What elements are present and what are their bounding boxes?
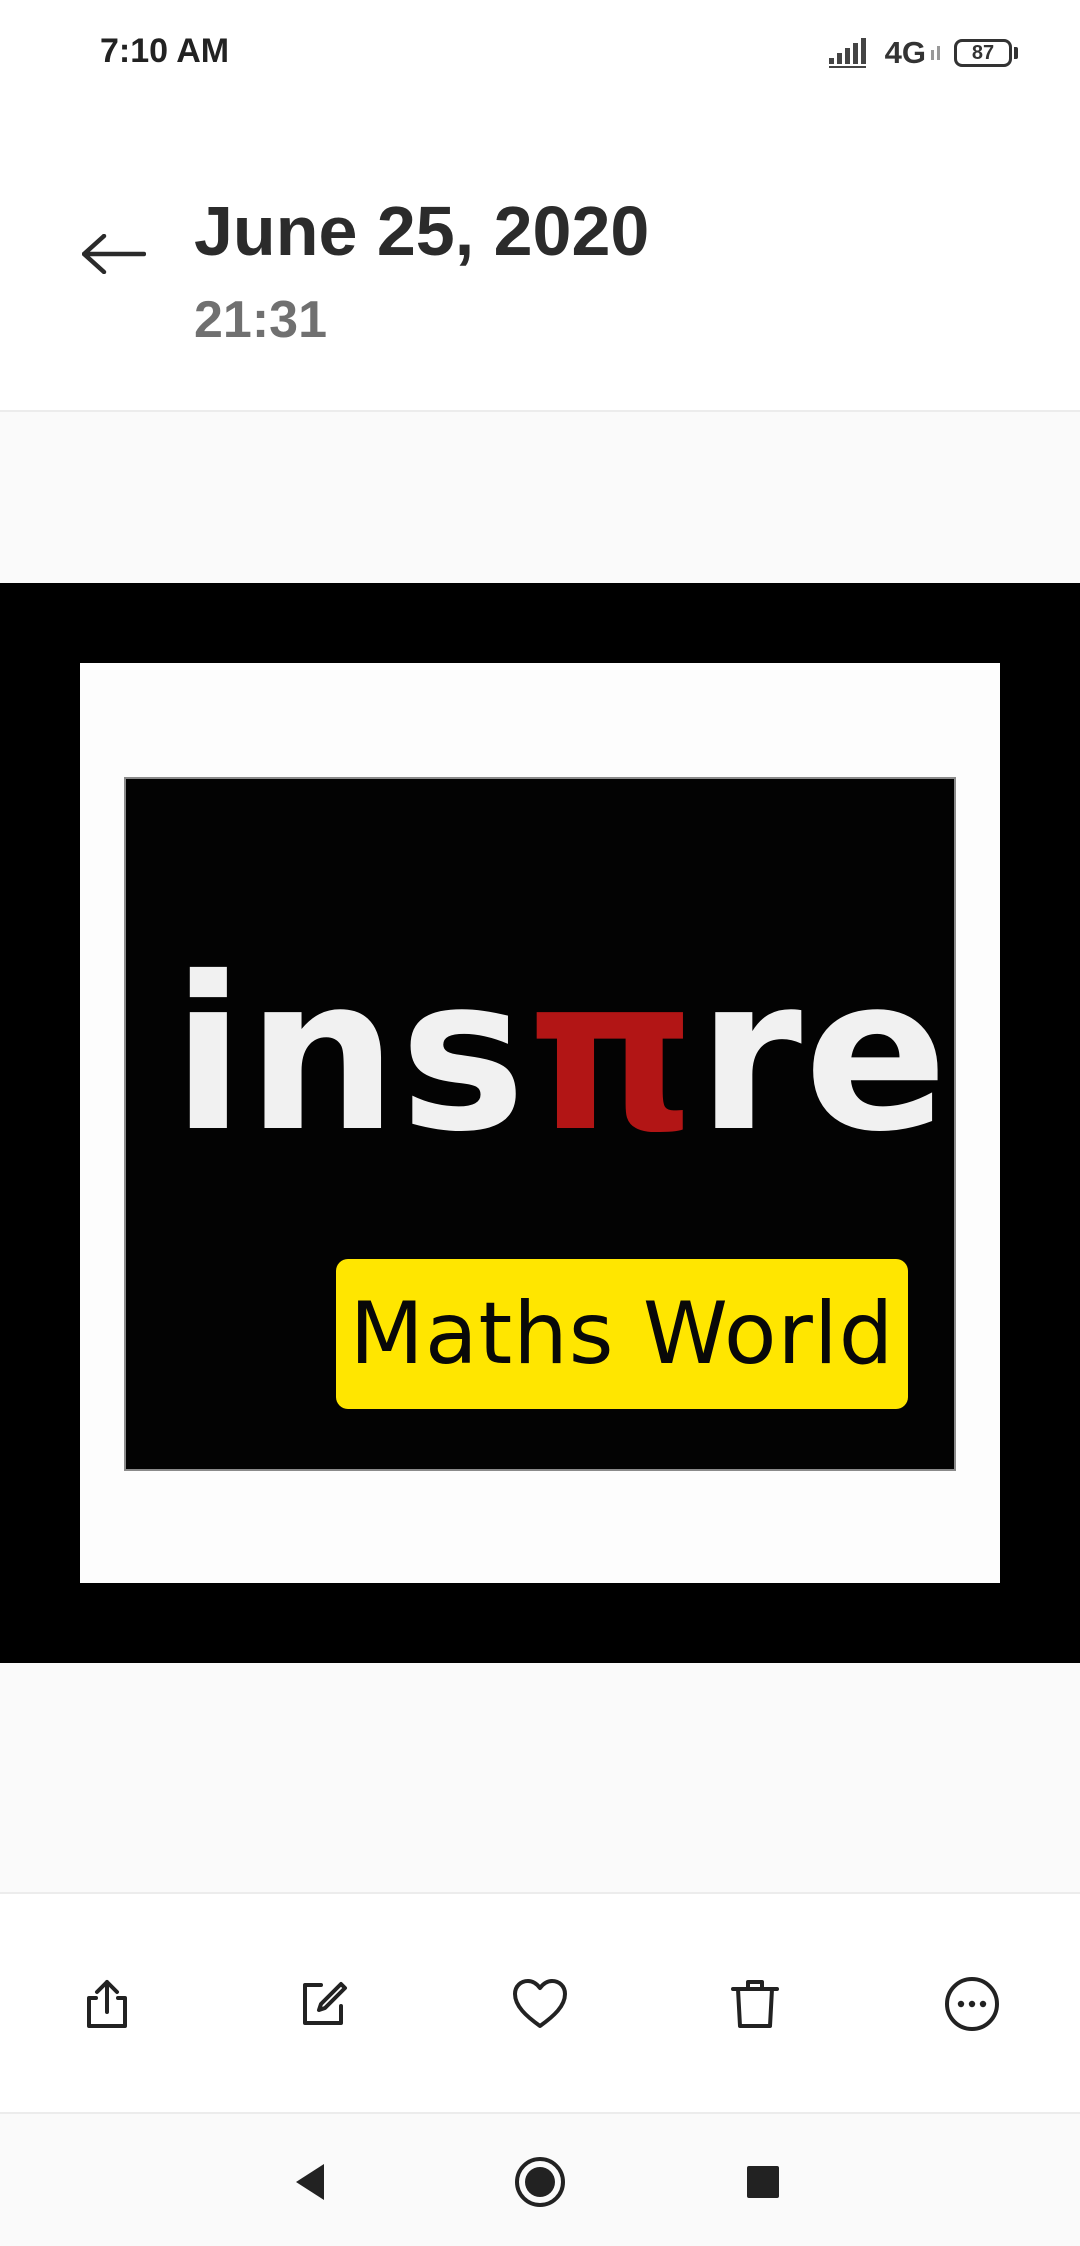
- delete-button[interactable]: [705, 1954, 805, 2054]
- logo-prefix: ins: [172, 931, 528, 1178]
- back-button[interactable]: [74, 214, 154, 294]
- logo-pi-symbol: π: [527, 931, 698, 1178]
- delete-trash-icon: [731, 1980, 779, 2028]
- photo-date: June 25, 2020: [194, 192, 650, 270]
- photo-image[interactable]: ins π re Maths World: [0, 583, 1080, 1663]
- status-bar: 7:10 AM 4G 87: [0, 0, 1080, 104]
- edit-icon: [303, 1982, 347, 2025]
- logo-wordmark: ins π re: [172, 949, 950, 1161]
- status-icons: 4G 87: [828, 32, 1018, 74]
- share-button[interactable]: [57, 1954, 157, 2054]
- more-options-button[interactable]: [922, 1954, 1022, 2054]
- system-nav-bar: [0, 2114, 1080, 2246]
- network-type-label: 4G: [884, 35, 926, 70]
- edit-button[interactable]: [273, 1954, 373, 2054]
- photo-header: June 25, 2020 21:31: [0, 104, 1080, 412]
- share-icon: [87, 1980, 127, 2028]
- signal-strength-icon: [828, 38, 866, 68]
- nav-home-button[interactable]: [500, 2142, 580, 2222]
- favorite-button[interactable]: [490, 1954, 590, 2054]
- back-arrow-icon: [82, 234, 146, 274]
- logo-suffix: re: [697, 931, 950, 1178]
- circle-home-icon: [515, 2157, 565, 2207]
- nav-back-button[interactable]: [270, 2142, 350, 2222]
- data-activity-icon: [931, 46, 940, 60]
- square-recents-icon: [747, 2166, 779, 2198]
- logo-panel: ins π re Maths World: [124, 777, 956, 1471]
- maths-world-badge: Maths World: [336, 1259, 908, 1409]
- action-bar: [0, 1892, 1080, 2114]
- photo-viewer[interactable]: ins π re Maths World: [0, 412, 1080, 1892]
- more-options-icon: [945, 1977, 999, 2031]
- triangle-back-icon: [296, 2164, 324, 2200]
- battery-icon: 87: [954, 39, 1012, 67]
- status-time: 7:10 AM: [100, 32, 230, 70]
- photo-frame: ins π re Maths World: [80, 663, 1000, 1583]
- nav-recents-button[interactable]: [723, 2142, 803, 2222]
- battery-cap: [1014, 47, 1018, 59]
- battery-level: 87: [971, 41, 995, 64]
- photo-time: 21:31: [194, 291, 327, 349]
- favorite-heart-icon: [513, 1979, 567, 2028]
